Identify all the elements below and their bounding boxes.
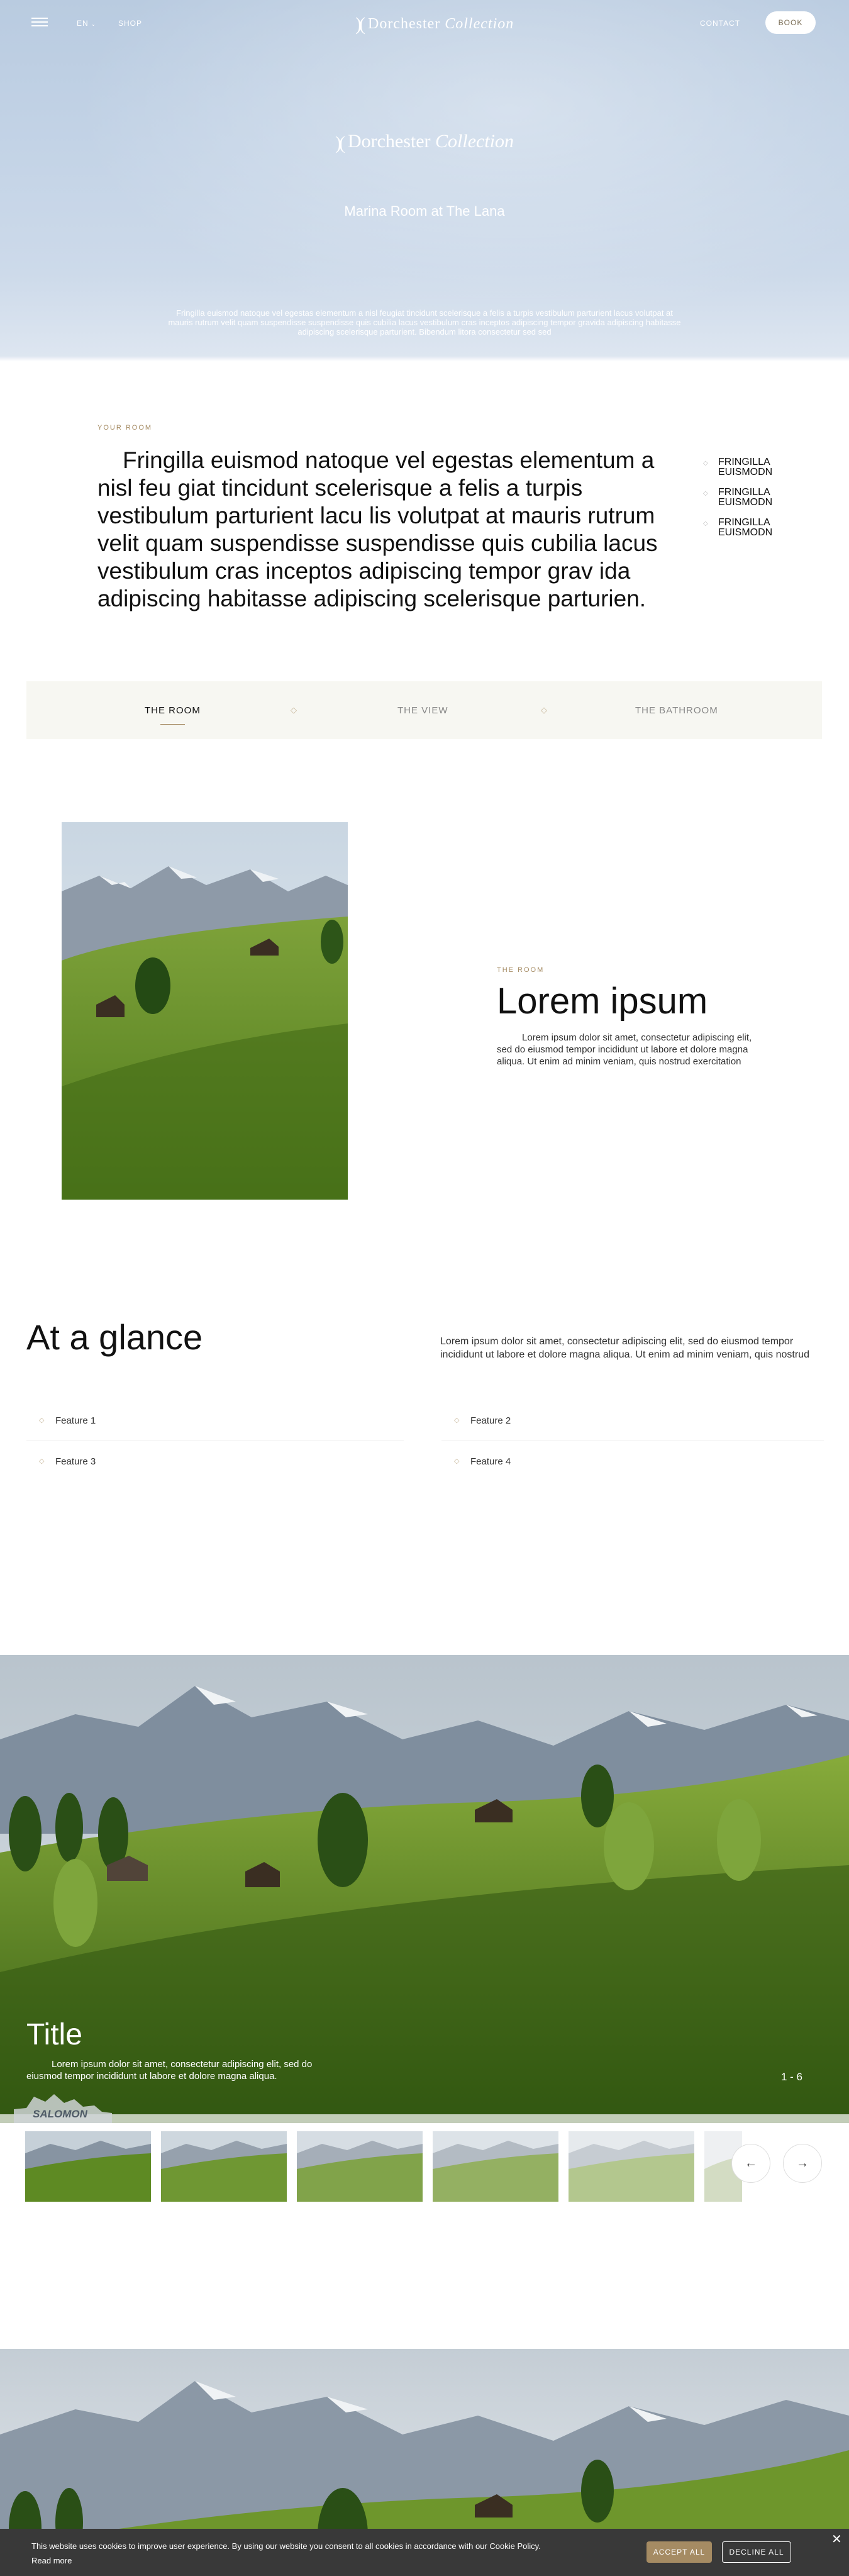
slide-title: Title bbox=[26, 2018, 82, 2051]
your-room-intro: Fringilla euismod natoque vel egestas el… bbox=[97, 447, 658, 611]
decline-all-button[interactable]: DECLINE ALL bbox=[722, 2541, 791, 2563]
diamond-icon: ◇ bbox=[291, 705, 297, 715]
next-arrow-button[interactable]: → bbox=[783, 2144, 822, 2183]
language-selector[interactable]: EN ⌄ bbox=[77, 19, 96, 28]
room-tabs: THE ROOM ◇ THE VIEW ◇ THE BATHROOM bbox=[26, 681, 822, 739]
cookie-text: This website uses cookies to improve use… bbox=[31, 2541, 541, 2551]
side-list-item: FRINGILLA EUISMODN bbox=[703, 488, 804, 508]
feature-item: Feature 3 bbox=[26, 1456, 96, 1467]
contact-link[interactable]: CONTACT bbox=[700, 19, 740, 28]
tab-the-room[interactable]: THE ROOM bbox=[145, 705, 201, 725]
landscape-image bbox=[0, 1645, 849, 2123]
glance-body: Lorem ipsum dolor sit amet, consectetur … bbox=[440, 1336, 809, 1360]
logo-italic: Collection bbox=[445, 16, 514, 32]
gallery-thumbnail[interactable] bbox=[569, 2131, 694, 2202]
book-button[interactable]: BOOK bbox=[765, 11, 816, 34]
read-more-link[interactable]: Read more bbox=[31, 2556, 72, 2565]
close-icon[interactable]: ✕ bbox=[831, 2531, 842, 2547]
glance-title: At a glance bbox=[26, 1317, 203, 1357]
feature-item: Feature 4 bbox=[441, 1456, 511, 1467]
landscape-image bbox=[62, 816, 352, 1203]
room-body: Lorem ipsum dolor sit amet, consectetur … bbox=[497, 1032, 752, 1067]
header-logo[interactable]: )(Dorchester Collection bbox=[355, 14, 514, 35]
hero-logo-regular: Dorchester bbox=[347, 131, 431, 152]
shop-link[interactable]: SHOP bbox=[118, 19, 142, 28]
slide-counter: 1 - 6 bbox=[781, 2071, 803, 2083]
landscape-image bbox=[25, 2131, 151, 2202]
side-list-item: FRINGILLA EUISMODN bbox=[703, 518, 804, 538]
room-eyebrow: THE ROOM bbox=[497, 966, 545, 974]
feature-item: Feature 2 bbox=[441, 1415, 511, 1426]
landscape-image bbox=[161, 2131, 287, 2202]
tab-the-bathroom[interactable]: THE BATHROOM bbox=[635, 705, 718, 716]
arrow-left-icon: ← bbox=[745, 2156, 757, 2170]
gallery-thumbnail[interactable] bbox=[25, 2131, 151, 2202]
hero-logo: )(Dorchester Collection bbox=[0, 131, 849, 154]
tab-the-view[interactable]: THE VIEW bbox=[397, 705, 448, 716]
cookie-banner: This website uses cookies to improve use… bbox=[0, 2529, 849, 2576]
side-list-item: FRINGILLA EUISMODN bbox=[703, 457, 804, 477]
accept-all-button[interactable]: ACCEPT ALL bbox=[646, 2541, 712, 2563]
gallery-thumbnail[interactable] bbox=[297, 2131, 423, 2202]
your-room-eyebrow: YOUR ROOM bbox=[97, 424, 153, 432]
arrow-right-icon: → bbox=[796, 2156, 809, 2170]
room-title: Lorem ipsum bbox=[497, 981, 708, 1022]
brush-divider bbox=[0, 356, 849, 365]
slide-body: Lorem ipsum dolor sit amet, consectetur … bbox=[26, 2059, 313, 2082]
landscape-image bbox=[433, 2131, 558, 2202]
gallery-thumbnail[interactable] bbox=[161, 2131, 287, 2202]
logo-regular: Dorchester bbox=[367, 16, 441, 32]
hero-logo-italic: Collection bbox=[435, 131, 514, 152]
hero-section: EN ⌄ SHOP )(Dorchester Collection CONTAC… bbox=[0, 0, 849, 365]
feature-item: Feature 1 bbox=[26, 1415, 96, 1426]
top-navigation: EN ⌄ SHOP )(Dorchester Collection CONTAC… bbox=[0, 11, 849, 35]
landscape-image bbox=[569, 2131, 694, 2202]
logo-mark-icon: )( bbox=[335, 133, 345, 153]
diamond-icon: ◇ bbox=[541, 705, 547, 715]
prev-arrow-button[interactable]: ← bbox=[731, 2144, 770, 2183]
gallery-slide-image bbox=[0, 1645, 849, 2123]
gallery-thumbnail[interactable] bbox=[433, 2131, 558, 2202]
hero-body-text: Fringilla euismod natoque vel egestas el… bbox=[168, 308, 681, 337]
logo-mark-icon: )( bbox=[355, 14, 365, 35]
chevron-down-icon: ⌄ bbox=[91, 21, 96, 27]
side-feature-list: FRINGILLA EUISMODN FRINGILLA EUISMODN FR… bbox=[703, 457, 804, 548]
landscape-image bbox=[297, 2131, 423, 2202]
salomon-logo: SALOMON bbox=[14, 2090, 112, 2123]
hamburger-icon[interactable] bbox=[31, 18, 48, 26]
room-photo bbox=[62, 816, 352, 1203]
brand-name: SALOMON bbox=[33, 2108, 87, 2120]
language-label: EN bbox=[77, 19, 89, 28]
hero-subtitle: Marina Room at The Lana bbox=[344, 203, 505, 219]
